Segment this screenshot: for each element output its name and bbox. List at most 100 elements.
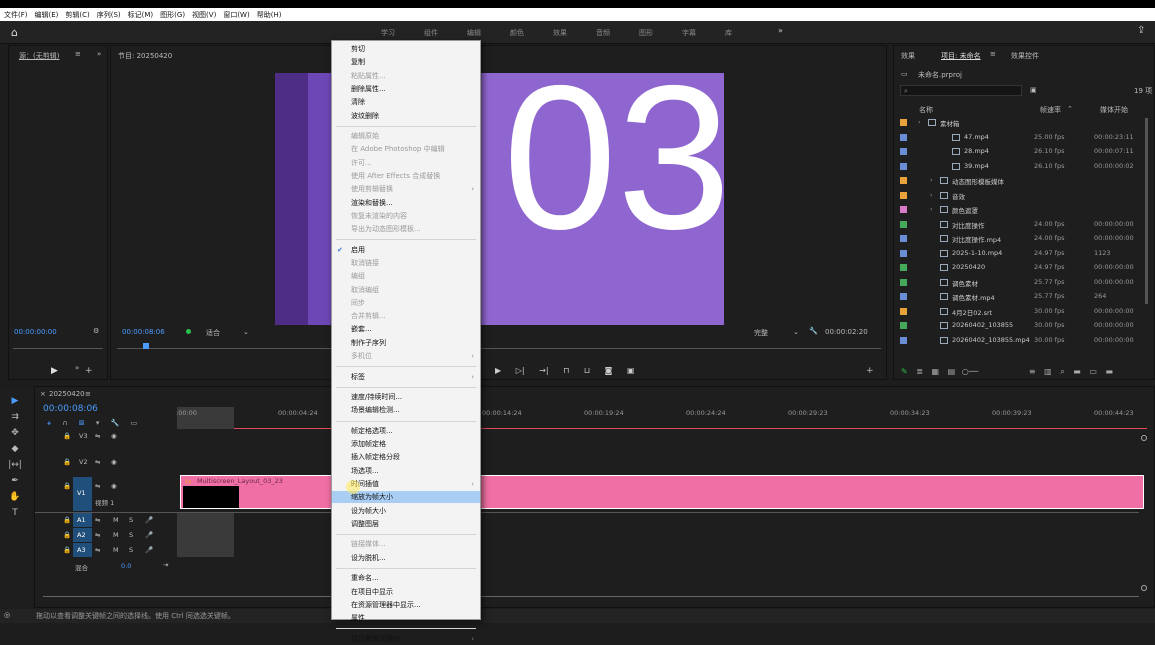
track-target[interactable]: V1 [73,477,92,511]
context-menu-item[interactable]: 嵌套... [332,323,480,335]
mix-end-icon[interactable]: ⇥ [163,561,168,569]
label-color-swatch[interactable] [900,162,907,170]
track-label[interactable]: A3 [73,543,92,557]
context-menu-item[interactable]: 制作子序列 [332,337,480,349]
timeline-settings-icon[interactable]: 🔧 [111,419,120,427]
clear-icon[interactable]: ▬ [1106,367,1114,376]
context-menu-item[interactable]: 取消链接 [332,257,480,269]
eye-icon[interactable]: ◉ [111,482,117,490]
label-color-swatch[interactable] [900,249,907,257]
zoom-slider[interactable]: ○── [962,367,979,376]
eye-icon[interactable]: ◉ [111,432,117,440]
menu-item[interactable]: 编辑(E) [35,10,59,20]
horizontal-scrollbar[interactable] [43,596,1139,600]
sync-lock-icon[interactable]: ⇋ [95,516,100,524]
menu-item[interactable]: 图形(G) [160,10,185,20]
context-menu-item[interactable]: 波纹删除 [332,110,480,122]
project-scrollbar[interactable] [1145,118,1148,304]
mute-button[interactable]: M [113,546,119,554]
context-menu-item[interactable]: 多机位 › [332,350,480,362]
track-select-tool-icon[interactable]: ⇉ [8,412,22,424]
program-scrub-bar[interactable] [117,348,881,349]
sort-arrow-icon[interactable]: ⌃ [1067,105,1073,113]
project-item[interactable]: 对比度操作.mp4 24.00 fps 00:00:00:00 [894,232,1146,246]
new-item-icon[interactable]: ▭ [1089,367,1097,376]
new-bin-icon[interactable]: ▬ [1073,367,1081,376]
sync-lock-icon[interactable]: ⇋ [95,432,100,440]
context-menu-item[interactable]: 场选项... [332,465,480,477]
label-color-swatch[interactable] [900,293,907,300]
context-menu-item[interactable]: 帧定格选项... [332,425,480,437]
fit-dropdown[interactable]: 适合 [206,328,220,338]
project-item[interactable]: 47.mp4 25.00 fps 00:00:23:11 [894,131,1146,145]
context-menu-item[interactable]: 编组 [332,270,480,282]
label-color-swatch[interactable] [900,336,907,344]
context-menu-item[interactable]: 显示剪辑关键帧 › [332,633,480,645]
context-menu-item[interactable]: 在资源管理器中显示... [332,599,480,611]
more-workspaces-icon[interactable]: » [778,26,783,35]
workspace-tab[interactable]: 颜色 [510,28,553,38]
col-media-start[interactable]: 媒体开始 [1100,105,1128,115]
menu-item[interactable]: 文件(F) [4,10,28,20]
source-scrub-bar[interactable] [13,348,103,349]
project-item[interactable]: 2025-1-10.mp4 24.97 fps 1123 [894,247,1146,261]
mute-button[interactable]: M [113,516,119,524]
context-menu-item[interactable]: 使用剪辑替换 › [332,183,480,195]
icon-view-icon[interactable]: ▦ [932,367,940,376]
slip-tool-icon[interactable]: |↔| [8,460,22,472]
add-button-icon[interactable]: + [866,366,874,376]
project-item[interactable]: 20260402_103855.mp4 30.00 fps 00:00:00:00 [894,334,1146,348]
play-icon[interactable]: ▶ [51,366,58,376]
expand-chevron-icon[interactable]: › [930,176,933,184]
label-color-swatch[interactable] [900,220,907,228]
expand-panels-icon[interactable]: » [97,50,101,58]
workspace-tab[interactable]: 库 [725,28,768,38]
quality-chevron-icon[interactable]: ⌄ [793,328,799,336]
program-timecode[interactable]: 00:00:08:06 [122,328,165,336]
mic-icon[interactable]: 🎤 [145,531,153,539]
label-color-swatch[interactable] [900,278,907,286]
panel-menu-icon[interactable]: ≡ [75,50,81,58]
timeline-close-icon[interactable]: × [40,390,46,398]
track-label[interactable]: V2 [79,458,88,466]
workspace-tab[interactable]: 效果 [553,28,596,38]
label-color-swatch[interactable] [900,133,907,141]
tab-effects[interactable]: 效果 [901,51,915,61]
menu-item[interactable]: 剪辑(C) [65,10,89,20]
project-search-input[interactable]: ⌕ [900,85,1022,96]
lock-icon[interactable]: 🔒 [63,482,71,490]
sync-lock-icon[interactable]: ⇋ [95,482,100,490]
label-color-swatch[interactable] [900,119,907,126]
selection-tool-icon[interactable]: ▶ [8,396,22,408]
context-menu-item[interactable]: 复制 [332,56,480,68]
project-item[interactable]: 4月2日02.srt 30.00 fps 00:00:00:00 [894,305,1146,319]
lock-icon[interactable]: 🔒 [63,546,71,554]
project-item[interactable]: › 颜色遮罩 [894,203,1146,217]
context-menu-item[interactable]: 在项目中显示 [332,586,480,598]
col-fps[interactable]: 帧速率 [1040,105,1061,115]
sync-lock-icon[interactable]: ⇋ [95,546,100,554]
context-menu-item[interactable]: 编辑原始 [332,130,480,142]
project-item[interactable]: › 素材箱 [894,116,1146,130]
more-controls-icon[interactable]: » [75,364,79,372]
mic-icon[interactable]: 🎤 [145,516,153,524]
lock-icon[interactable]: 🔒 [63,531,71,539]
context-menu-item[interactable]: ✔ 启用 [332,244,480,256]
context-menu-item[interactable]: 插入帧定格分段 [332,451,480,463]
find-icon[interactable]: ⌕ [1060,367,1064,376]
label-color-swatch[interactable] [900,264,907,271]
tab-project[interactable]: 项目: 未命名 [941,51,981,61]
snap-icon[interactable]: ∩ [62,419,67,427]
home-icon[interactable]: ⌂ [11,26,18,39]
track-label[interactable]: A2 [73,528,92,542]
eye-icon[interactable]: ◉ [111,458,117,466]
captions-icon[interactable]: ▭ [131,419,138,427]
context-menu-item[interactable]: 使用 After Effects 合成替换 [332,170,480,182]
context-menu-item[interactable]: 属性 [332,612,480,624]
label-color-swatch[interactable] [900,235,907,242]
type-tool-icon[interactable]: T [8,508,22,520]
comparison-view-icon[interactable]: ▣ [627,366,635,375]
add-marker-icon[interactable]: ▾ [96,419,100,427]
extract-icon[interactable]: ⊔ [584,366,590,375]
list-view-icon[interactable]: ≣ [916,367,923,376]
